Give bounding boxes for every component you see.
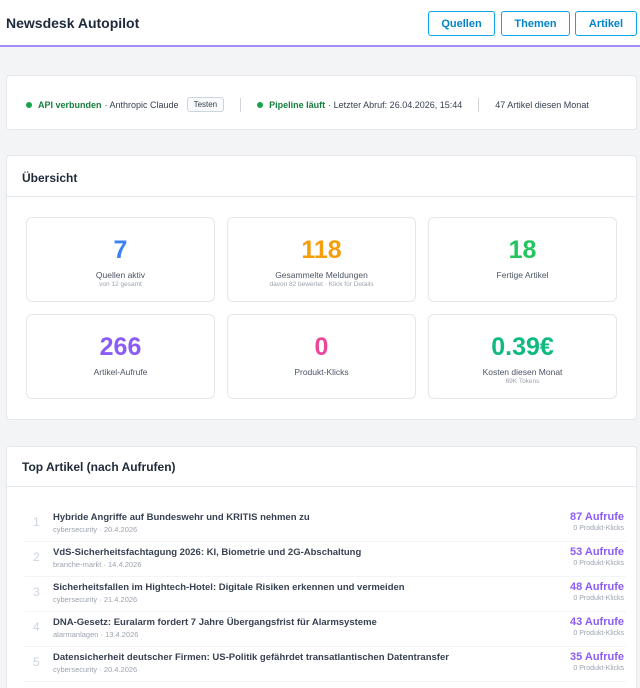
pipeline-status-label: Pipeline läuft (269, 99, 326, 110)
nav-quellen-button[interactable]: Quellen (428, 11, 495, 36)
article-rank: 5 (33, 655, 40, 669)
article-meta: cybersecurity · 20.4.2026 (53, 525, 138, 534)
nav-artikel-button[interactable]: Artikel (575, 11, 637, 36)
article-views: 87 Aufrufe (570, 511, 624, 523)
article-title: Datensicherheit deutscher Firmen: US-Pol… (53, 652, 449, 663)
article-clicks: 0 Produkt-Klicks (573, 630, 624, 637)
article-title: Sicherheitsfallen im Hightech-Hotel: Dig… (53, 582, 405, 593)
top-articles-title: Top Artikel (nach Aufrufen) (22, 460, 176, 474)
stat-sub: davon 82 bewertet · Klick für Details (269, 281, 374, 288)
article-title: Hybride Angriffe auf Bundeswehr und KRIT… (53, 512, 310, 523)
article-title: DNA-Gesetz: Euralarm fordert 7 Jahre Übe… (53, 617, 377, 628)
stat-value: 0 (314, 333, 329, 361)
article-clicks: 0 Produkt-Klicks (573, 560, 624, 567)
article-meta: cybersecurity · 21.4.2026 (53, 595, 138, 604)
stat-article-views: 266 Artikel-Aufrufe (26, 314, 215, 399)
article-clicks: 0 Produkt-Klicks (573, 665, 624, 672)
stat-label: Gesammelte Meldungen (275, 270, 368, 280)
article-rank: 2 (33, 550, 40, 564)
article-meta: alarmanlagen · 13.4.2026 (53, 630, 139, 639)
api-provider: · Anthropic Claude (104, 99, 179, 110)
stat-value: 18 (508, 236, 537, 264)
stat-sub: 69K Tokens (505, 378, 540, 385)
stat-value: 0.39€ (491, 333, 554, 361)
article-views: 53 Aufrufe (570, 546, 624, 558)
stat-monthly-cost: 0.39€ Kosten diesen Monat 69K Tokens (428, 314, 617, 399)
stat-label: Fertige Artikel (496, 270, 549, 280)
top-articles-card: Top Artikel (nach Aufrufen) 1 Hybride An… (6, 446, 637, 688)
status-separator (240, 97, 242, 112)
stat-value: 7 (113, 236, 128, 264)
article-title: VdS-Sicherheitsfachtagung 2026: KI, Biom… (53, 547, 362, 558)
stat-label: Produkt-Klicks (294, 367, 349, 377)
pipeline-status-dot-icon (257, 101, 264, 108)
table-row[interactable]: 4 DNA-Gesetz: Euralarm fordert 7 Jahre Ü… (25, 611, 626, 647)
api-status-dot-icon (26, 101, 32, 108)
table-row[interactable]: 2 VdS-Sicherheitsfachtagung 2026: KI, Bi… (25, 541, 626, 577)
article-rank: 4 (33, 620, 40, 634)
stat-label: Kosten diesen Monat (482, 367, 563, 377)
pipeline-last-fetch: · Letzter Abruf: 26.04.2026, 15:44 (328, 99, 463, 110)
table-row[interactable]: 5 Datensicherheit deutscher Firmen: US-P… (25, 646, 626, 682)
article-rank: 3 (33, 585, 40, 599)
stat-sub: von 12 gesamt (99, 281, 142, 288)
stat-label: Artikel-Aufrufe (93, 367, 148, 377)
test-api-button[interactable]: Testen (186, 97, 225, 112)
overview-card: Übersicht 7 Quellen aktiv von 12 gesamt … (6, 155, 637, 420)
stat-value: 266 (99, 333, 142, 361)
stat-collected-reports[interactable]: 118 Gesammelte Meldungen davon 82 bewert… (227, 217, 416, 302)
status-card: API verbunden · Anthropic Claude Testen … (6, 75, 637, 130)
nav-themen-button[interactable]: Themen (501, 11, 570, 36)
articles-this-month: 47 Artikel diesen Monat (495, 99, 589, 110)
article-clicks: 0 Produkt-Klicks (573, 525, 624, 532)
article-views: 48 Aufrufe (570, 581, 624, 593)
table-row[interactable]: 1 Hybride Angriffe auf Bundeswehr und KR… (25, 506, 626, 542)
stat-value: 118 (301, 236, 342, 264)
status-separator (478, 97, 480, 112)
stat-sources-active: 7 Quellen aktiv von 12 gesamt (26, 217, 215, 302)
stat-label: Quellen aktiv (95, 270, 146, 280)
article-meta: branche-markt · 14.4.2026 (53, 560, 142, 569)
app-header: Newsdesk Autopilot Quellen Themen Artike… (0, 0, 640, 47)
article-views: 35 Aufrufe (570, 651, 624, 663)
api-status-label: API verbunden (38, 99, 102, 110)
app-title: Newsdesk Autopilot (6, 15, 140, 31)
status-row: API verbunden · Anthropic Claude Testen … (26, 97, 626, 112)
stat-product-clicks: 0 Produkt-Klicks (227, 314, 416, 399)
article-meta: cybersecurity · 20.4.2026 (53, 665, 138, 674)
article-rank: 1 (33, 515, 40, 529)
article-clicks: 0 Produkt-Klicks (573, 595, 624, 602)
article-views: 43 Aufrufe (570, 616, 624, 628)
top-articles-divider (7, 486, 636, 487)
overview-divider (7, 196, 636, 197)
stat-finished-articles: 18 Fertige Artikel (428, 217, 617, 302)
table-row[interactable]: 3 Sicherheitsfallen im Hightech-Hotel: D… (25, 576, 626, 612)
overview-title: Übersicht (22, 171, 78, 185)
